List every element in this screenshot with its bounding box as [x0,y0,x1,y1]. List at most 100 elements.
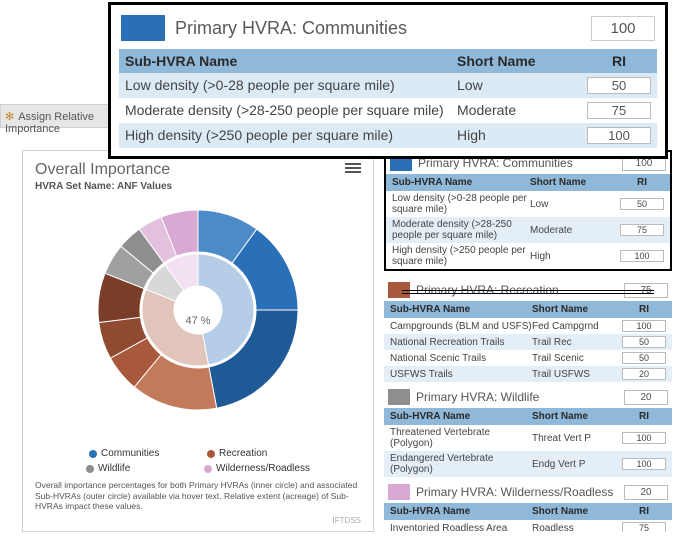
sub-name: National Scenic Trails [390,353,532,364]
sub-ri-input[interactable]: 20 [622,368,666,380]
sub-ri-input[interactable]: 50 [620,198,664,210]
sub-name: Low density (>0-28 people per square mil… [125,77,457,94]
sub-ri-input[interactable]: 75 [587,102,651,119]
sub-short: Moderate [530,225,620,236]
sub-ri-input[interactable]: 50 [622,336,666,348]
card-footer: IFTDSS [35,516,361,525]
primary-swatch [388,282,410,298]
sub-hvra-row: Moderate density (>28-250 people per squ… [386,217,670,243]
legend-item: Wildlife [86,463,186,474]
primary-title: Primary HVRA: Recreation [416,283,618,297]
sub-ri-input[interactable]: 75 [622,522,666,532]
primary-hvra-row[interactable]: Primary HVRA: Recreation 75 [384,279,672,301]
legend-label: Wilderness/Roadless [216,463,310,474]
chart-center-label: 47 % [183,313,212,329]
sub-short: Trail USFWS [532,369,622,380]
card-title: Overall Importance [35,161,361,179]
sub-ri-input[interactable]: 50 [587,77,651,94]
sub-name: Low density (>0-28 people per square mil… [392,193,530,215]
zoom-sub-row: High density (>250 people per square mil… [119,123,657,148]
zoom-callout: Primary HVRA: Communities 100 Sub-HVRA N… [108,2,668,159]
legend-item: Communities [89,448,189,459]
overall-importance-card: Overall Importance HVRA Set Name: ANF Va… [22,150,374,532]
sub-short: Roadless [532,523,622,533]
primary-ri-input[interactable]: 20 [624,485,668,500]
hamburger-icon[interactable] [345,161,361,175]
sub-short: Endg Vert P [532,459,622,470]
sub-name: USFWS Trails [390,369,532,380]
primary-swatch [121,15,165,41]
sub-hvra-row: National Recreation Trails Trail Rec 50 [384,334,672,350]
sub-short: High [530,251,620,262]
legend-swatch [207,450,215,458]
sub-name: Moderate density (>28-250 people per squ… [125,102,457,119]
sub-hvra-row: National Scenic Trails Trail Scenic 50 [384,350,672,366]
sub-ri-input[interactable]: 100 [622,320,666,332]
col-short: Short Name [457,53,587,69]
primary-title: Primary HVRA: Wildlife [416,390,618,404]
sub-name: Campgrounds (BLM and USFS) [390,321,532,332]
zoom-sub-header: Sub-HVRA Name Short Name RI [119,49,657,73]
legend-swatch [86,465,94,473]
sub-short: Trail Rec [532,337,622,348]
sub-name: Moderate density (>28-250 people per squ… [392,219,530,241]
sub-header: Sub-HVRA NameShort NameRI [384,301,672,318]
legend-swatch [89,450,97,458]
legend-item: Wilderness/Roadless [204,463,310,474]
primary-hvra-title: Primary HVRA: Communities [175,18,591,39]
sub-ri-input[interactable]: 100 [620,250,664,262]
card-subtitle: HVRA Set Name: ANF Values [35,181,361,192]
sub-hvra-row: USFWS Trails Trail USFWS 20 [384,366,672,382]
sub-header: Sub-HVRA NameShort NameRI [384,503,672,520]
legend-item: Recreation [207,448,307,459]
sub-ri-input[interactable]: 50 [622,352,666,364]
zoom-sub-row: Low density (>0-28 people per square mil… [119,73,657,98]
sub-header: Sub-HVRA NameShort NameRI [386,174,670,191]
sub-short: Fed Campgrnd [532,321,622,332]
primary-ri-input[interactable]: 75 [624,283,668,298]
sub-hvra-row: High density (>250 people per square mil… [386,243,670,269]
tab-assign-relative-importance[interactable]: Assign Relative Importance [0,104,112,128]
sub-hvra-row: Campgrounds (BLM and USFS) Fed Campgrnd … [384,318,672,334]
sub-ri-input[interactable]: 100 [622,432,666,444]
legend-label: Communities [101,448,159,459]
primary-hvra-row[interactable]: Primary HVRA: Wildlife 20 [384,386,672,408]
zoom-sub-row: Moderate density (>28-250 people per squ… [119,98,657,123]
sub-hvra-row: Endangered Vertebrate (Polygon) Endg Ver… [384,451,672,477]
hvra-tables: Primary HVRA: Communities 100Sub-HVRA Na… [384,150,672,532]
legend-swatch [204,465,212,473]
sub-hvra-row: Threatened Vertebrate (Polygon) Threat V… [384,425,672,451]
sub-hvra-row: Low density (>0-28 people per square mil… [386,191,670,217]
primary-swatch [388,389,410,405]
sub-short: Low [457,77,587,94]
card-note: Overall importance percentages for both … [35,480,361,512]
col-name: Sub-HVRA Name [125,53,457,69]
sub-short: Trail Scenic [532,353,622,364]
donut-chart[interactable]: 47 % [35,200,361,442]
sub-ri-input[interactable]: 100 [587,127,651,144]
sub-hvra-row: Inventoried Roadless Area Roadless 75 [384,520,672,532]
primary-hvra-row[interactable]: Primary HVRA: Wilderness/Roadless 20 [384,481,672,503]
sub-header: Sub-HVRA NameShort NameRI [384,408,672,425]
legend-label: Recreation [219,448,267,459]
tab-label: Assign Relative Importance [5,111,94,135]
primary-ri-input[interactable]: 100 [591,16,655,41]
sub-ri-input[interactable]: 100 [622,458,666,470]
chart-legend: Communities Recreation Wildlife Wilderness/… [35,448,361,474]
sub-ri-input[interactable]: 75 [620,224,664,236]
sub-name: High density (>250 people per square mil… [125,127,457,144]
primary-ri-input[interactable]: 20 [624,390,668,405]
sub-name: National Recreation Trails [390,337,532,348]
primary-swatch [388,484,410,500]
sub-name: Threatened Vertebrate (Polygon) [390,427,532,449]
sub-short: Low [530,199,620,210]
sub-name: High density (>250 people per square mil… [392,245,530,267]
sub-short: Threat Vert P [532,433,622,444]
legend-label: Wildlife [98,463,130,474]
primary-title: Primary HVRA: Wilderness/Roadless [416,485,618,499]
sub-name: Endangered Vertebrate (Polygon) [390,453,532,475]
sub-short: High [457,127,587,144]
sub-name: Inventoried Roadless Area [390,523,532,533]
sub-short: Moderate [457,102,587,119]
col-ri: RI [587,53,651,69]
